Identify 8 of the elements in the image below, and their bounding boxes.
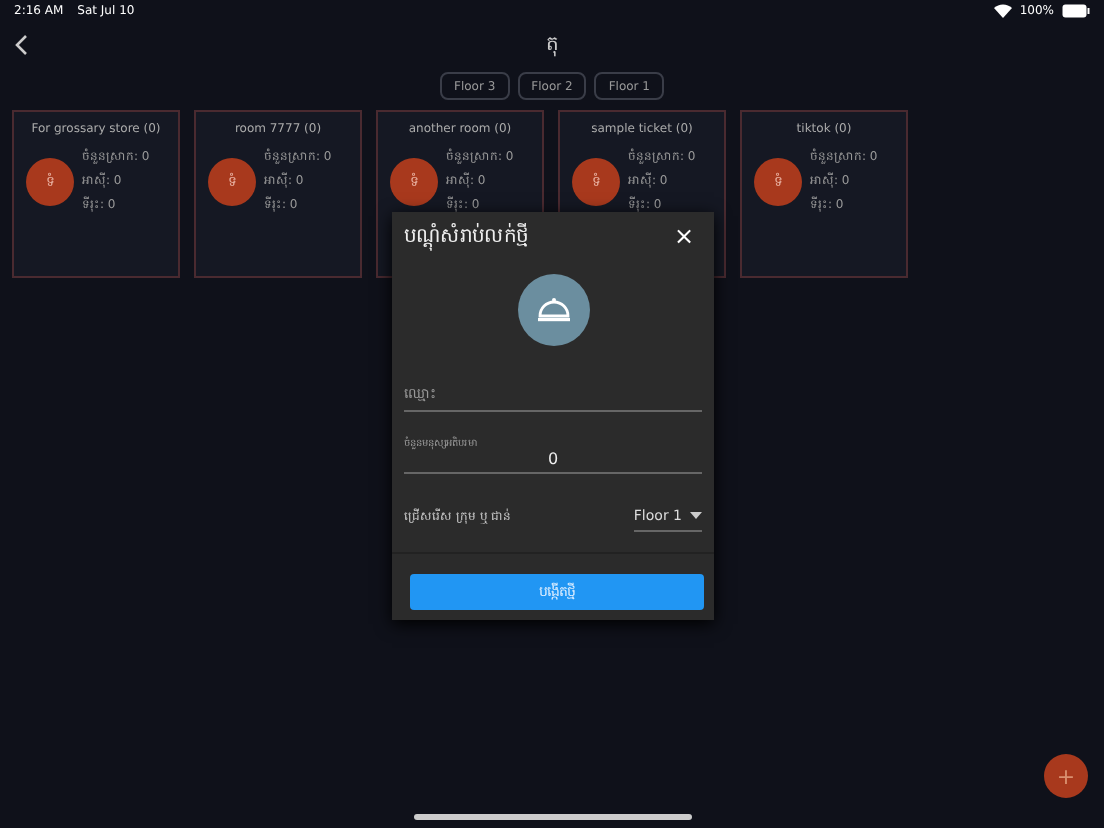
back-icon[interactable]	[14, 33, 28, 55]
page-title: តុ	[546, 31, 558, 59]
dialog-title: បណ្តុំសំរាប់លក់ថ្មី	[404, 221, 528, 251]
service-bell-icon	[517, 274, 589, 346]
close-button[interactable]: ×	[665, 222, 702, 250]
wifi-icon	[993, 4, 1012, 18]
battery-icon	[1062, 4, 1090, 18]
caret-icon	[690, 512, 702, 520]
